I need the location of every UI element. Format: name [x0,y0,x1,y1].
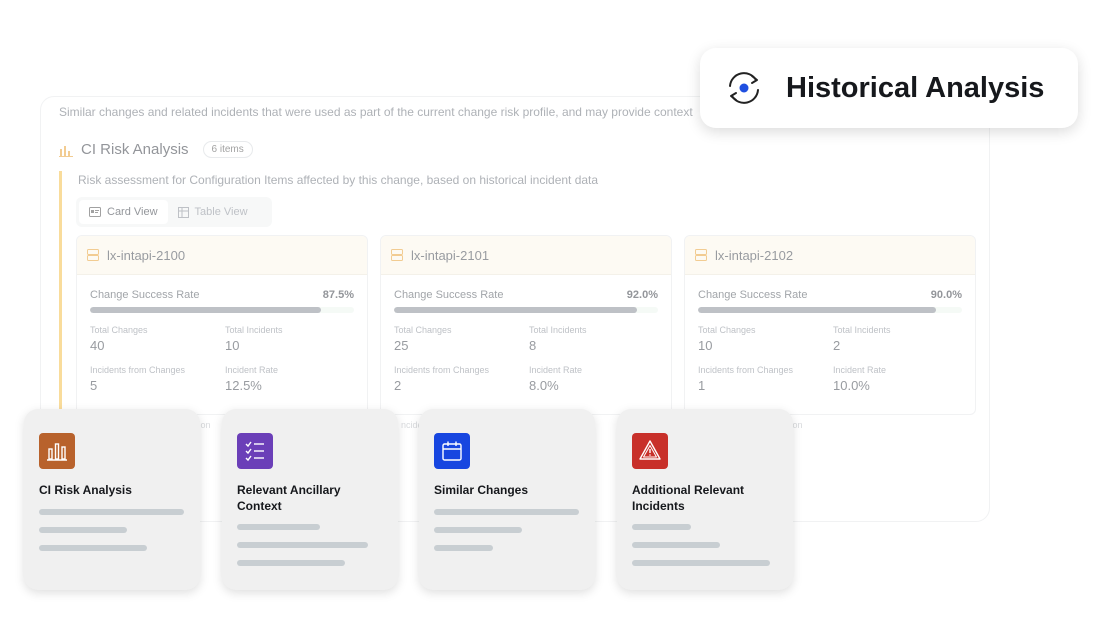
sync-icon [729,72,759,104]
incident-rate-value: 8.0% [529,378,559,393]
ci-card[interactable]: lx-intapi-2100 Change Success Rate 87.5%… [76,235,368,415]
placeholder-line [39,527,127,533]
card-view-label: Card View [107,206,158,218]
rate-value: 92.0% [626,289,658,301]
success-rate-bar [394,307,658,313]
card-icon [89,207,101,217]
incidents-from-changes-label: Incidents from Changes [90,365,186,375]
incidents-from-changes-value: 5 [90,378,98,393]
rate-label: Change Success Rate [394,289,504,301]
tile-ci-risk-analysis[interactable]: CI Risk Analysis [24,409,200,590]
total-changes-value: 40 [90,338,105,353]
bar-chart-icon [39,433,75,469]
historical-analysis-title: Historical Analysis [786,71,1045,104]
ci-card[interactable]: lx-intapi-2101 Change Success Rate 92.0%… [380,235,672,415]
rate-value: 87.5% [322,289,354,301]
tile-additional-relevant-incidents[interactable]: Additional Relevant Incidents [617,409,793,590]
table-view-tab[interactable]: Table View [168,200,258,224]
success-rate-bar [90,307,354,313]
ci-card-header: lx-intapi-2100 [77,236,367,275]
total-changes-label: Total Changes [698,325,756,335]
tile-title: CI Risk Analysis [39,483,132,497]
placeholder-line [632,542,720,548]
total-incidents-label: Total Incidents [225,325,283,335]
incident-rate-label: Incident Rate [225,365,279,375]
items-count-badge: 6 items [202,141,253,158]
success-rate-fill [90,307,321,313]
placeholder-line [237,560,345,566]
tile-title: Relevant Ancillary Context [237,483,341,513]
calendar-icon [434,433,470,469]
alert-icon [632,433,668,469]
total-incidents-value: 10 [225,338,240,353]
card-view-tab[interactable]: Card View [79,200,168,224]
placeholder-line [434,527,522,533]
tile-similar-changes[interactable]: Similar Changes [419,409,595,590]
ci-name: lx-intapi-2102 [715,247,794,263]
success-rate-bar [698,307,962,313]
total-changes-label: Total Changes [394,325,452,335]
incidents-from-changes-value: 2 [394,378,402,393]
success-rate-fill [394,307,637,313]
historical-analysis-card: Historical Analysis [700,48,1078,128]
total-changes-label: Total Changes [90,325,148,335]
view-toggle: Card View Table View [76,197,272,227]
incidents-from-changes-value: 1 [698,378,706,393]
section-header: CI Risk Analysis 6 items [59,141,253,158]
total-incidents-value: 8 [529,338,537,353]
table-icon [177,206,189,218]
server-icon [87,249,99,261]
placeholder-line [39,545,147,551]
tile-relevant-ancillary-context[interactable]: Relevant Ancillary Context [222,409,398,590]
section-title: CI Risk Analysis [81,141,189,158]
incident-rate-label: Incident Rate [529,365,583,375]
server-icon [695,249,707,261]
success-rate-fill [698,307,936,313]
panel-description: Similar changes and related incidents th… [59,105,693,119]
placeholder-line [632,524,691,530]
rate-value: 90.0% [930,289,962,301]
rate-label: Change Success Rate [90,289,200,301]
ci-name: lx-intapi-2100 [107,247,186,263]
tile-title: Additional Relevant Incidents [632,483,745,513]
tile-title: Similar Changes [434,483,529,497]
incident-rate-label: Incident Rate [833,365,887,375]
placeholder-line [632,560,770,566]
total-incidents-value: 2 [833,338,841,353]
total-incidents-label: Total Incidents [833,325,891,335]
incident-rate-value: 10.0% [833,378,870,393]
placeholder-line [39,509,184,515]
total-changes-value: 25 [394,338,409,353]
total-incidents-label: Total Incidents [529,325,587,335]
table-view-label: Table View [194,206,248,218]
ci-name: lx-intapi-2101 [411,247,490,263]
placeholder-line [434,509,579,515]
ci-card-header: lx-intapi-2102 [685,236,975,275]
placeholder-line [237,524,320,530]
checklist-icon [237,433,273,469]
incident-rate-value: 12.5% [225,378,262,393]
ci-card-header: lx-intapi-2101 [381,236,671,275]
incidents-from-changes-label: Incidents from Changes [394,365,490,375]
placeholder-line [237,542,368,548]
ci-card[interactable]: lx-intapi-2102 Change Success Rate 90.0%… [684,235,976,415]
section-description: Risk assessment for Configuration Items … [78,173,599,187]
server-icon [391,249,403,261]
incidents-from-changes-label: Incidents from Changes [698,365,794,375]
placeholder-line [434,545,493,551]
rate-label: Change Success Rate [698,289,808,301]
total-changes-value: 10 [698,338,713,353]
bar-chart-icon [59,145,73,157]
